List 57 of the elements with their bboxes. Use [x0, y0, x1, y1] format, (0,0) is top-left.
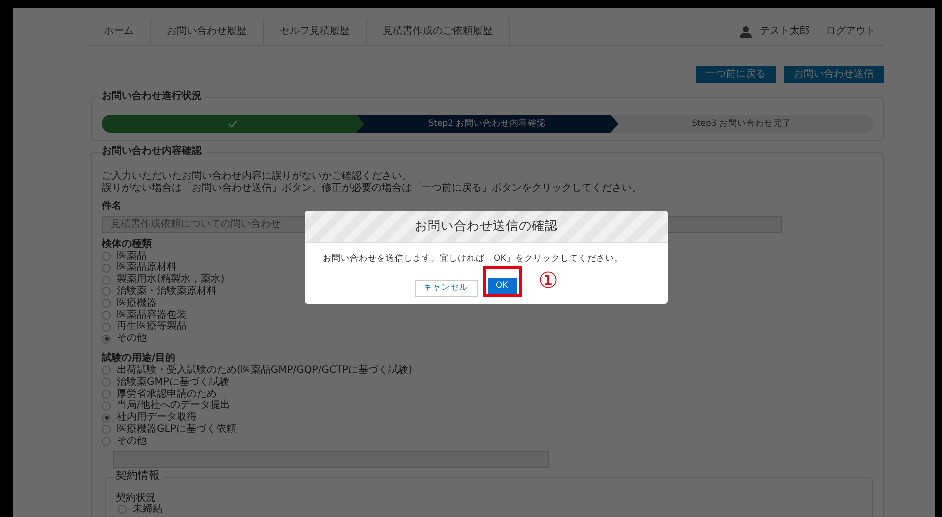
field-label: 件名 — [102, 200, 123, 213]
check-icon — [228, 120, 238, 128]
intro-text: 誤りがない場合は「お問い合わせ送信」ボタン、修正が必要の場合は「一つ前に戻る」ボタンをクリックしてください。 — [102, 182, 643, 195]
radio-button[interactable] — [102, 402, 111, 411]
field-label: 契約状況 — [116, 492, 157, 504]
radio-button[interactable] — [102, 390, 111, 399]
progress-step: Step2 お問い合わせ内容確認 — [356, 115, 619, 133]
action-button[interactable]: お問い合わせ送信 — [784, 66, 884, 83]
radio-button[interactable] — [102, 252, 111, 261]
cancel-button[interactable]: キャンセル — [414, 280, 478, 297]
radio-button[interactable] — [102, 276, 111, 285]
dialog-message: お問い合わせを送信します。宜しければ「OK」をクリックしてください。 — [322, 252, 624, 266]
radio-label: 製薬用水(精製水，薬水) — [117, 274, 225, 286]
radio-label: 社内用データ取得 — [117, 412, 197, 424]
radio-label: 医療機器 — [117, 298, 157, 310]
intro-text: ご入力いただいたお問い合わせ内容に誤りがないかご確認ください。 — [102, 171, 413, 182]
radio-button[interactable] — [102, 334, 111, 344]
user-icon — [740, 26, 752, 38]
action-button[interactable]: 一つ前に戻る — [696, 66, 776, 83]
radio-label: 医薬品容器包装 — [117, 310, 187, 321]
ok-button[interactable]: OK — [488, 278, 517, 294]
step-number-annotation: ① — [538, 270, 558, 293]
radio-label: 出荷試験・受入試験のため(医薬品GMP/GQP/GCTPに基づく試験) — [117, 364, 412, 376]
radio-button[interactable] — [102, 366, 111, 376]
subsection-title: 契約情報 — [116, 470, 163, 482]
user-name: テスト太郎 — [760, 24, 810, 39]
radio-label: 医薬品原材料 — [117, 262, 177, 274]
radio-button[interactable] — [102, 299, 111, 308]
radio-label: 厚労省承認申請のため — [117, 388, 217, 400]
radio-button[interactable] — [118, 504, 127, 514]
radio-label: 当局/他社へのデータ提出 — [117, 400, 230, 412]
dialog-title: お問い合わせ送信の確認 — [305, 211, 668, 243]
radio-button[interactable] — [102, 287, 111, 296]
radio-button[interactable] — [102, 414, 111, 423]
radio-button[interactable] — [102, 264, 111, 273]
radio-label: 治験薬・治験薬原材料 — [117, 286, 217, 298]
radio-label: 再生医療等製品 — [117, 321, 187, 333]
nav-link[interactable]: セルフ見積履歴 — [264, 18, 367, 45]
field-label: 検体の種類 — [102, 238, 153, 250]
radio-label: 医薬品 — [117, 250, 147, 262]
nav-link[interactable]: お問い合わせ履歴 — [151, 18, 264, 45]
radio-button[interactable] — [102, 425, 111, 434]
radio-button[interactable] — [102, 437, 111, 446]
radio-button[interactable] — [102, 322, 111, 332]
nav-link[interactable]: 見積書作成のご依頼履歴 — [367, 18, 510, 45]
radio-button[interactable] — [102, 310, 111, 320]
nav-link[interactable]: ホーム — [88, 18, 151, 45]
radio-label: その他 — [117, 436, 147, 448]
section-title: お問い合わせ内容確認 — [102, 145, 205, 159]
radio-label: その他 — [117, 333, 147, 345]
section-title: お問い合わせ進行状況 — [102, 90, 205, 104]
radio-label: 医療機器GLPに基づく依頼 — [117, 424, 236, 436]
field-label: 試験の用途/目的 — [102, 352, 177, 364]
radio-label: 未締結 — [133, 504, 163, 516]
radio-button[interactable] — [102, 378, 111, 388]
logout-link[interactable]: ログアウト — [826, 24, 876, 39]
radio-label: 治験薬GMPに基づく試験 — [117, 376, 230, 388]
